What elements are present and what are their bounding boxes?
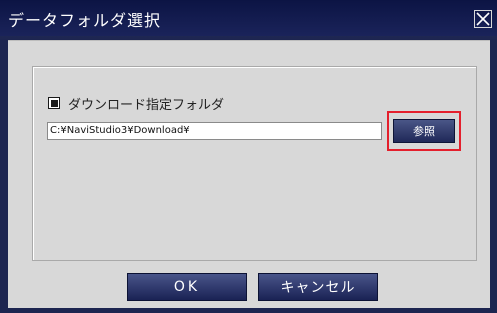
close-button[interactable] bbox=[474, 10, 492, 28]
dialog-body: ダウンロード指定フォルダ C:¥NaviStudio3¥Download¥ 参照… bbox=[8, 40, 490, 308]
dialog-window: データフォルダ選択 ダウンロード指定フォルダ C:¥NaviStudio3¥Do… bbox=[0, 0, 497, 313]
download-folder-checkbox[interactable] bbox=[48, 97, 60, 109]
close-icon bbox=[476, 12, 490, 26]
cancel-button[interactable]: キャンセル bbox=[258, 273, 378, 301]
download-folder-option[interactable]: ダウンロード指定フォルダ bbox=[48, 95, 225, 113]
download-folder-label: ダウンロード指定フォルダ bbox=[68, 97, 225, 113]
folder-path-input[interactable]: C:¥NaviStudio3¥Download¥ bbox=[47, 122, 382, 140]
dialog-title: データフォルダ選択 bbox=[8, 11, 162, 30]
title-bar: データフォルダ選択 bbox=[0, 0, 497, 36]
checkbox-check-mark bbox=[50, 99, 58, 107]
browse-button[interactable]: 参照 bbox=[393, 119, 455, 143]
ok-button[interactable]: OK bbox=[127, 273, 247, 301]
